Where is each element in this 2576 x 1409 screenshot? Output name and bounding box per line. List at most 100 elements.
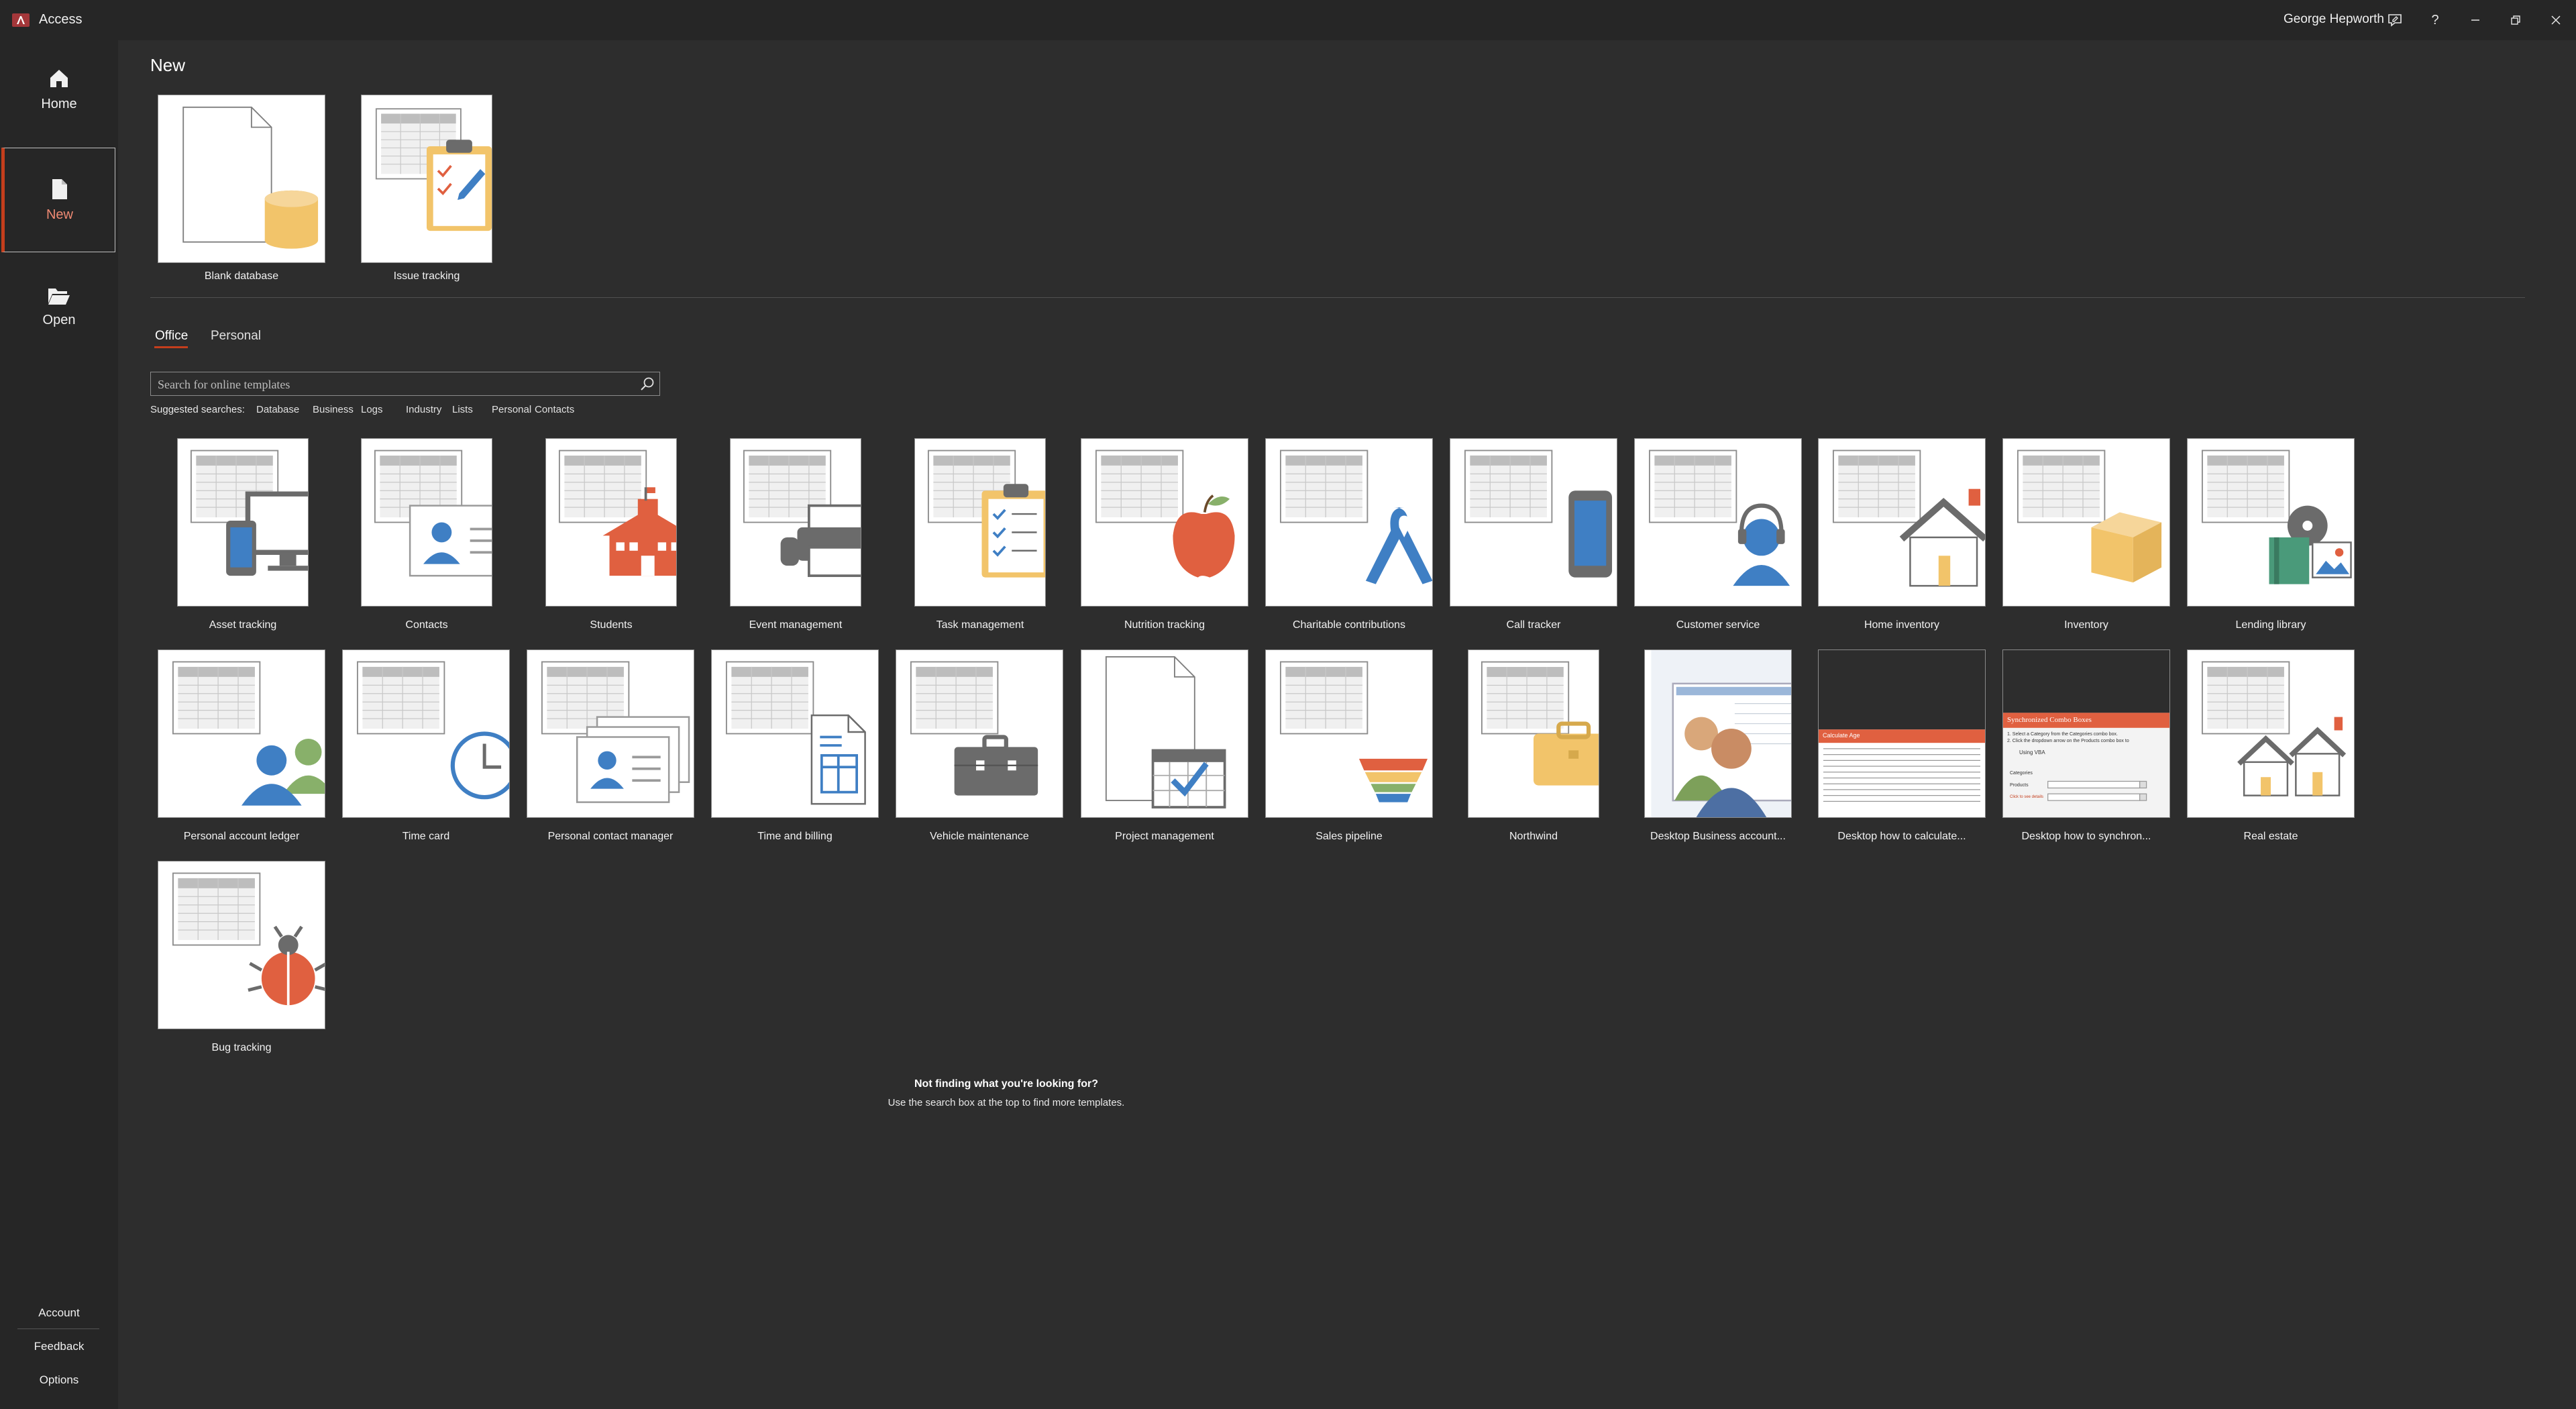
template-search-box (150, 372, 660, 397)
template-tile-contact-card[interactable] (361, 438, 492, 607)
template-tile-apple[interactable] (1081, 438, 1248, 607)
template-tile-funnel[interactable] (1265, 649, 1433, 818)
title-bar: Access George Hepworth ? (0, 0, 2576, 40)
account-name[interactable]: George Hepworth (2284, 12, 2384, 27)
suggested-search-lists[interactable]: Lists (452, 404, 473, 415)
coauthor-icon[interactable] (2383, 9, 2407, 31)
suggested-search-industry[interactable]: Industry (406, 404, 441, 415)
contact-stack-icon (541, 661, 690, 803)
app-title: Access (39, 12, 83, 27)
template-tile-calendar[interactable] (1081, 649, 1248, 818)
tab-office[interactable]: Office (155, 329, 188, 344)
template-tile-ribbon[interactable] (1265, 438, 1433, 607)
clipboard-icon (927, 450, 1045, 578)
search-input[interactable] (156, 372, 629, 397)
template-tile-devices[interactable] (177, 438, 309, 607)
template-tile-contact-stack[interactable] (527, 649, 694, 818)
suggested-search-database[interactable]: Database (256, 404, 299, 415)
section-divider (150, 297, 2525, 298)
template-tile-bug[interactable] (158, 861, 325, 1029)
sidebar-separator (17, 1328, 99, 1329)
featured-tile-label[interactable]: Issue tracking (313, 270, 541, 282)
funnel-icon (1279, 661, 1428, 802)
template-tile-school[interactable] (545, 438, 677, 607)
featured-tile-blank-database[interactable] (158, 95, 325, 263)
devices-icon (190, 450, 308, 576)
contact-card-icon (374, 450, 492, 577)
new-document-icon (52, 178, 67, 199)
printer-icon (743, 450, 861, 577)
sync-thumb-title: Synchronized Combo Boxes (2007, 716, 2092, 724)
nav-home-label: Home (41, 97, 77, 111)
sync-thumb-vba: Using VBA (2019, 749, 2045, 755)
ribbon-icon (1279, 450, 1432, 584)
template-tile-clock[interactable] (342, 649, 510, 818)
template-tile-label[interactable]: Real estate (2157, 831, 2385, 843)
suggested-search-personal[interactable]: Personal (492, 404, 531, 415)
bug-icon (172, 872, 325, 1006)
business-people-icon (1651, 650, 1791, 817)
restore-icon[interactable] (2504, 9, 2528, 31)
access-logo-icon (12, 13, 30, 27)
template-tile-label[interactable]: Lending library (2157, 619, 2385, 631)
suggested-search-contacts[interactable]: Contacts (535, 404, 574, 415)
nav-new[interactable]: New (1, 148, 115, 252)
nav-options[interactable]: Options (0, 1373, 118, 1387)
calc-thumb-title: Calculate Age (1823, 732, 1860, 739)
document-icon (725, 661, 866, 805)
suggested-search-logs[interactable]: Logs (361, 404, 383, 415)
tab-office-underline (154, 346, 188, 348)
nav-account[interactable]: Account (0, 1306, 118, 1320)
template-tile-printer[interactable] (730, 438, 861, 607)
minimize-icon[interactable] (2463, 9, 2487, 31)
box-icon (2017, 450, 2162, 583)
template-tile-headset[interactable] (1634, 438, 1802, 607)
template-tile-media[interactable] (2187, 438, 2355, 607)
template-tile-sync-screenshot[interactable]: Synchronized Combo Boxes 1. Select a Cate… (2002, 649, 2170, 818)
backstage-sidebar: Home New Open Account Feedback Options (0, 40, 118, 1409)
template-tile-house[interactable] (1818, 438, 1986, 607)
template-tile-toolbox[interactable] (896, 649, 1063, 818)
template-tile-briefcase[interactable] (1468, 649, 1599, 818)
template-tile-houses[interactable] (2187, 649, 2355, 818)
help-icon[interactable]: ? (2423, 9, 2447, 31)
sync-thumb-line1: 1. Select a Category from the Categories… (2007, 732, 2118, 737)
apple-icon (1095, 450, 1235, 578)
briefcase-icon (1481, 661, 1599, 786)
template-tile-box[interactable] (2002, 438, 2170, 607)
tab-personal[interactable]: Personal (211, 329, 261, 344)
template-tile-clipboard[interactable] (914, 438, 1046, 607)
nav-open[interactable]: Open (0, 286, 118, 328)
nav-feedback[interactable]: Feedback (0, 1340, 118, 1353)
sync-thumb-link: Click to see details (2010, 795, 2044, 799)
toolbox-icon (910, 661, 1038, 796)
not-finding-title: Not finding what you're looking for? (914, 1078, 1098, 1090)
clock-icon (356, 661, 509, 800)
headset-icon (1648, 450, 1790, 586)
template-tile-calc-screenshot[interactable]: Calculate Age (1818, 649, 1986, 818)
template-tile-document[interactable] (711, 649, 879, 818)
search-icon[interactable] (638, 375, 657, 394)
sync-thumb-categories: Categories (2010, 771, 2033, 776)
calendar-icon (1105, 656, 1226, 808)
issue-tracking-icon (375, 108, 492, 231)
close-icon[interactable] (2544, 9, 2568, 31)
people-icon (172, 661, 325, 806)
suggested-search-business[interactable]: Business (313, 404, 354, 415)
nav-new-label: New (46, 207, 73, 222)
media-icon (2201, 450, 2352, 584)
template-tile-people[interactable] (158, 649, 325, 818)
house-icon (1832, 450, 1985, 587)
template-tile-business-people[interactable] (1644, 649, 1792, 818)
folder-open-icon (48, 289, 70, 305)
suggested-searches-label: Suggested searches: (150, 404, 245, 415)
template-tile-label[interactable]: Bug tracking (127, 1042, 356, 1054)
featured-tile-issue-tracking[interactable] (361, 95, 492, 263)
blank-database-icon (182, 106, 319, 249)
template-tile-phone[interactable] (1450, 438, 1617, 607)
not-finding-hint: Use the search box at the top to find mo… (888, 1097, 1125, 1108)
home-icon (50, 70, 68, 87)
sync-thumb-products: Products (2010, 783, 2029, 788)
nav-home[interactable]: Home (0, 67, 118, 112)
houses-icon (2201, 661, 2347, 796)
